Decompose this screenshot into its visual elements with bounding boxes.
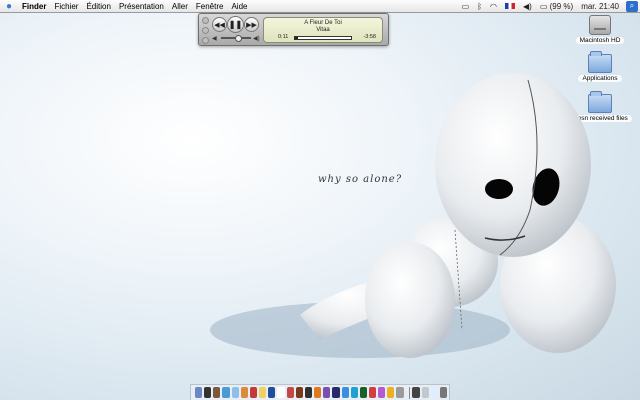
dock-app-icon[interactable] (387, 387, 395, 398)
dock-app-icon[interactable] (439, 387, 448, 398)
dock-app-icon[interactable] (341, 387, 349, 398)
dock-app-icon[interactable] (368, 387, 377, 398)
dock-app-icon[interactable] (323, 387, 331, 398)
dock-app-icon[interactable] (222, 387, 230, 398)
dock-app-icon[interactable] (277, 387, 285, 398)
dock (190, 384, 450, 400)
dock-app-icon[interactable] (240, 387, 248, 398)
dock-app-icon[interactable] (332, 387, 340, 398)
dock-app-icon[interactable] (412, 387, 420, 398)
dock-app-icon[interactable] (359, 387, 367, 398)
dock-separator (408, 386, 410, 399)
dock-app-icon[interactable] (295, 387, 303, 398)
dock-app-icon[interactable] (421, 387, 429, 398)
dock-app-icon[interactable] (213, 387, 221, 398)
dock-app-icon[interactable] (259, 387, 267, 398)
dock-app-icon[interactable] (304, 387, 313, 398)
dock-app-icon[interactable] (350, 387, 358, 398)
dock-app-icon[interactable] (286, 387, 294, 398)
dock-app-icon[interactable] (195, 387, 203, 398)
wallpaper-text: why so alone? (318, 174, 403, 185)
dock-app-icon[interactable] (430, 387, 438, 398)
dock-app-icon[interactable] (314, 387, 322, 398)
dock-app-icon[interactable] (231, 387, 239, 398)
dock-app-icon[interactable] (396, 387, 404, 398)
dock-app-icon[interactable] (204, 387, 212, 398)
dock-app-icon[interactable] (249, 387, 258, 398)
dock-app-icon[interactable] (378, 387, 386, 398)
dock-app-icon[interactable] (268, 387, 276, 398)
wallpaper-doll-illustration (210, 73, 616, 358)
